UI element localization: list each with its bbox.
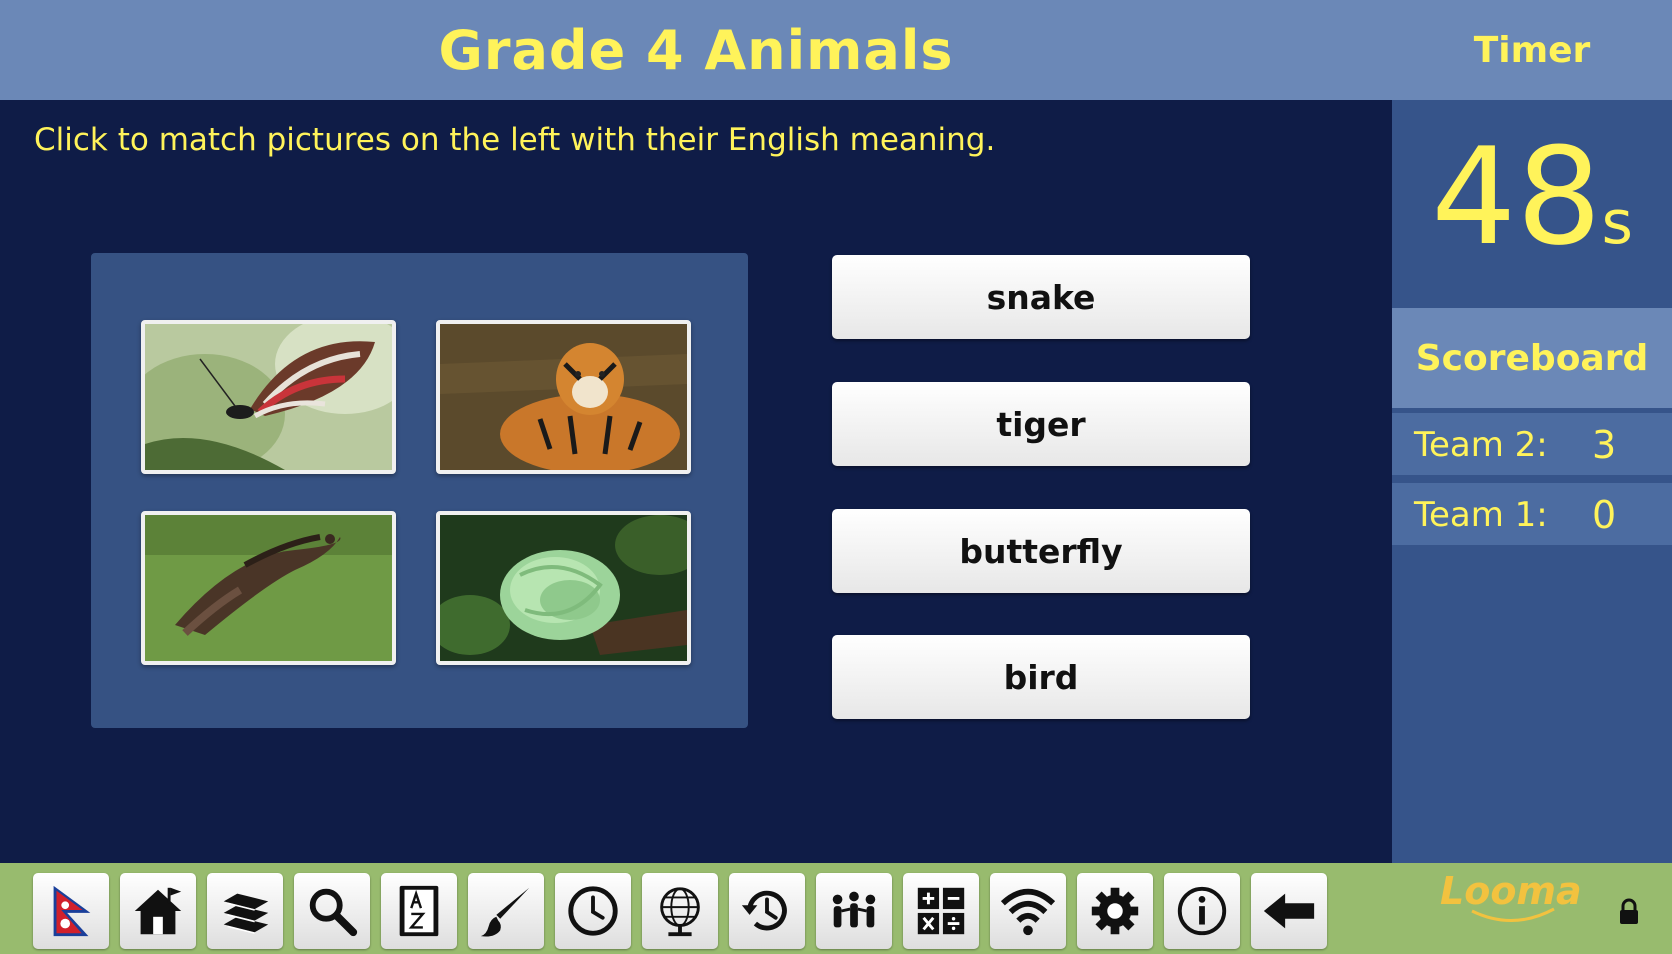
timer-heading: Timer: [1392, 0, 1672, 100]
globe-icon: [660, 887, 700, 937]
team-name: Team 1:: [1414, 495, 1548, 535]
info-icon: [1177, 886, 1227, 936]
picture-panel: [91, 253, 748, 728]
clock-button[interactable]: [555, 873, 631, 949]
paintbrush-icon: [480, 887, 530, 937]
search-icon: [309, 888, 358, 937]
team-name: Team 2:: [1414, 425, 1548, 465]
picture-card-butterfly[interactable]: [141, 320, 396, 474]
word-button-snake[interactable]: snake: [832, 255, 1250, 339]
picture-card-tiger[interactable]: [436, 320, 691, 474]
language-button[interactable]: [33, 873, 109, 949]
instructions-text: Click to match pictures on the left with…: [34, 122, 996, 158]
people-icon: [832, 891, 876, 928]
back-arrow-icon: [1263, 893, 1315, 929]
gear-icon: [1091, 887, 1139, 935]
calculator-icon: [917, 887, 965, 935]
scoreboard-heading: Scoreboard: [1392, 308, 1672, 408]
books-icon: [223, 893, 269, 934]
page-title: Grade 4 Animals: [438, 18, 954, 82]
timer-value: 48: [1431, 119, 1602, 275]
timer-display: 48s: [1392, 130, 1672, 290]
score-row-team2: Team 2: 3: [1392, 413, 1672, 475]
library-button[interactable]: [207, 873, 283, 949]
word-button-bird[interactable]: bird: [832, 635, 1250, 719]
team-score: 3: [1592, 423, 1617, 467]
team-score: 0: [1592, 493, 1617, 537]
map-button[interactable]: [642, 873, 718, 949]
picture-card-bird[interactable]: [141, 511, 396, 665]
word-button-tiger[interactable]: tiger: [832, 382, 1250, 466]
timer-unit: s: [1601, 188, 1633, 258]
butterfly-photo: [145, 324, 392, 470]
history-button[interactable]: [729, 873, 805, 949]
clock-icon: [568, 886, 618, 936]
settings-button[interactable]: [1077, 873, 1153, 949]
dictionary-button[interactable]: [381, 873, 457, 949]
search-button[interactable]: [294, 873, 370, 949]
logo-swoosh: [1471, 907, 1555, 922]
wifi-icon: [1000, 888, 1056, 936]
back-button[interactable]: [1251, 873, 1327, 949]
people-button[interactable]: [816, 873, 892, 949]
nepal-flag-icon: [53, 885, 91, 937]
sidebar: Timer 48s Scoreboard Team 2: 3 Team 1: 0: [1392, 0, 1672, 863]
lock-icon[interactable]: [1618, 898, 1640, 926]
home-icon: [134, 887, 182, 935]
paint-button[interactable]: [468, 873, 544, 949]
word-button-butterfly[interactable]: butterfly: [832, 509, 1250, 593]
score-row-team1: Team 1: 0: [1392, 483, 1672, 545]
bottom-toolbar: [0, 863, 1672, 954]
history-icon: [741, 890, 787, 931]
picture-card-snake[interactable]: [436, 511, 691, 665]
tiger-photo: [440, 324, 687, 470]
info-button[interactable]: [1164, 873, 1240, 949]
home-button[interactable]: [120, 873, 196, 949]
bird-photo: [145, 515, 392, 661]
snake-photo: [440, 515, 687, 661]
calculator-button[interactable]: [903, 873, 979, 949]
dictionary-icon: [399, 885, 439, 937]
title-bar: Grade 4 Animals: [0, 0, 1392, 100]
wifi-button[interactable]: [990, 873, 1066, 949]
